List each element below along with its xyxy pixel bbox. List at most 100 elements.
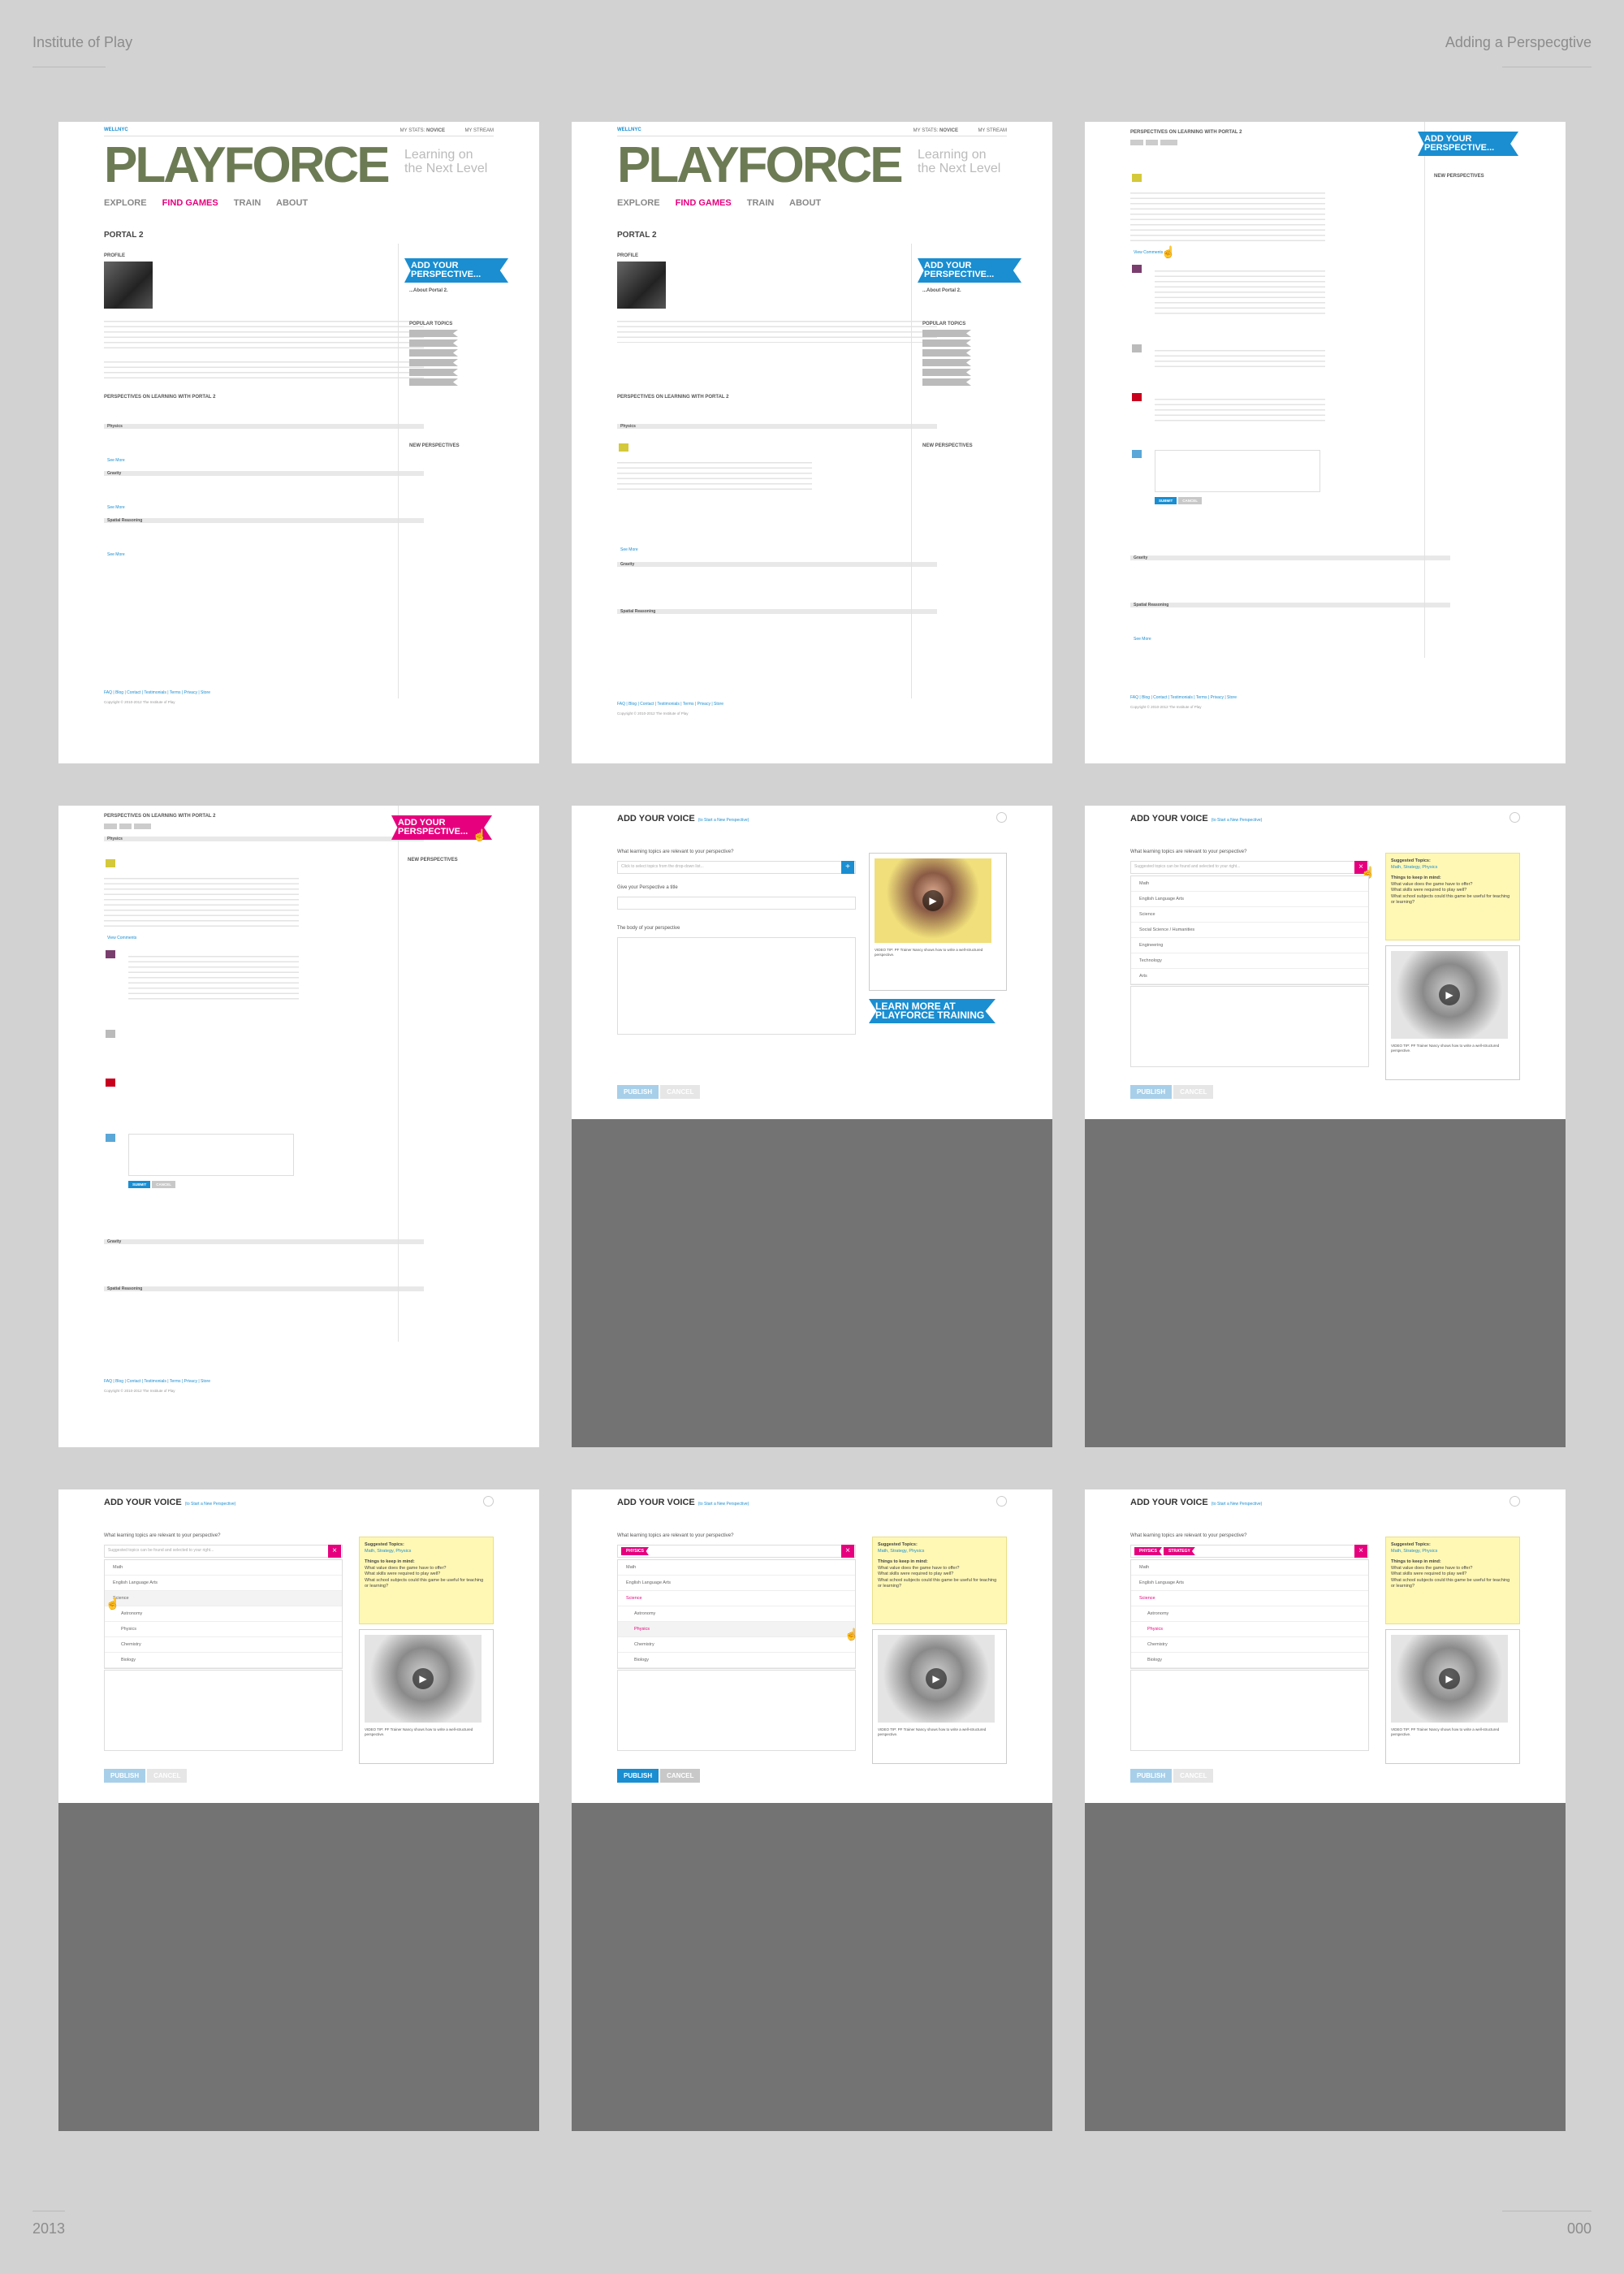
dropdown-subitem[interactable]: Chemistry <box>618 1637 855 1653</box>
dropdown-subitem[interactable]: Biology <box>618 1653 855 1668</box>
cancel-button[interactable]: CANCEL <box>152 1181 175 1188</box>
dropdown-item[interactable]: English Language Arts <box>618 1576 855 1591</box>
body-textarea[interactable] <box>1130 986 1369 1067</box>
close-icon[interactable] <box>483 1496 494 1507</box>
video-tip[interactable]: ▶ VIDEO TIP: PF Trainer Nancy shows how … <box>869 853 1007 991</box>
topic-tag[interactable] <box>409 339 458 347</box>
topic-chip[interactable]: PHYSICS <box>1134 1547 1162 1555</box>
suggested-topics[interactable]: Math, Strategy, Physics <box>365 1549 411 1554</box>
publish-button[interactable]: PUBLISH <box>104 1769 146 1783</box>
plus-icon[interactable]: + <box>841 861 854 874</box>
topic-tag[interactable] <box>922 369 971 376</box>
x-icon[interactable]: × <box>841 1545 854 1558</box>
suggested-topics[interactable]: Math, Strategy, Physics <box>878 1549 924 1554</box>
topic-chip[interactable]: PHYSICS <box>621 1547 649 1555</box>
play-icon[interactable]: ▶ <box>1439 1668 1460 1689</box>
body-textarea[interactable] <box>617 1670 856 1751</box>
dropdown-subitem[interactable]: Astronomy <box>618 1606 855 1622</box>
my-stream-menu[interactable]: MY STREAM <box>464 128 494 133</box>
suggested-topics[interactable]: Math, Strategy, Physics <box>1391 865 1437 870</box>
see-more-link[interactable]: See More <box>1134 637 1151 642</box>
play-icon[interactable]: ▶ <box>412 1668 434 1689</box>
publish-button[interactable]: PUBLISH <box>1130 1085 1173 1099</box>
add-perspective-button[interactable]: ADD YOUR PERSPECTIVE... <box>918 258 1021 283</box>
topic-chip[interactable]: STRATEGY <box>1163 1547 1195 1555</box>
footer-links[interactable]: FAQ | Blog | Contact | Testimonials | Te… <box>1130 695 1520 700</box>
nav-explore[interactable]: EXPLORE <box>617 198 660 208</box>
dropdown-item-science[interactable]: Science <box>1131 1591 1368 1606</box>
view-comments-link[interactable]: View Comments <box>1134 250 1163 255</box>
dropdown-item[interactable]: English Language Arts <box>1131 892 1368 907</box>
dropdown-item[interactable]: Science <box>1131 907 1368 923</box>
video-tip[interactable]: ▶ VIDEO TIP: PF Trainer Nancy shows how … <box>872 1629 1007 1764</box>
topic-tag[interactable] <box>409 359 458 366</box>
play-icon[interactable]: ▶ <box>922 890 944 911</box>
filter-chip[interactable] <box>119 824 132 829</box>
topics-select[interactable]: Click to select topics from the drop-dow… <box>617 861 856 874</box>
site-logo[interactable]: PLAYFORCE Learning on the Next Level <box>617 141 1000 191</box>
comment-input[interactable] <box>128 1134 294 1176</box>
dropdown-item-science[interactable]: Science <box>105 1591 342 1606</box>
cancel-button[interactable]: CANCEL <box>660 1085 701 1099</box>
topic-tag[interactable] <box>409 369 458 376</box>
dropdown-subitem[interactable]: Astronomy <box>1131 1606 1368 1622</box>
dropdown-item[interactable]: Math <box>618 1560 855 1576</box>
topics-select[interactable]: PHYSICS <box>617 1545 856 1558</box>
dropdown-item[interactable]: Math <box>105 1560 342 1576</box>
nav-explore[interactable]: EXPLORE <box>104 198 147 208</box>
topic-tag[interactable] <box>409 378 458 386</box>
cancel-button[interactable]: CANCEL <box>1173 1085 1214 1099</box>
dropdown-item[interactable]: Math <box>1131 1560 1368 1576</box>
nav-about[interactable]: ABOUT <box>789 198 821 208</box>
submit-button[interactable]: SUBMIT <box>128 1181 151 1188</box>
topic-tag[interactable] <box>409 349 458 357</box>
dropdown-item[interactable]: Social Science / Humanities <box>1131 923 1368 938</box>
publish-button[interactable]: PUBLISH <box>1130 1769 1173 1783</box>
topic-tag[interactable] <box>922 378 971 386</box>
topics-select[interactable]: Suggested topics can be found and select… <box>104 1545 343 1558</box>
topic-tag[interactable] <box>409 330 458 337</box>
play-icon[interactable]: ▶ <box>1439 984 1460 1005</box>
learn-more-button[interactable]: LEARN MORE AT PLAYFORCE TRAINING <box>869 999 996 1023</box>
close-icon[interactable] <box>1510 1496 1520 1507</box>
see-more-link[interactable]: See More <box>107 458 125 463</box>
video-tip[interactable]: ▶ VIDEO TIP: PF Trainer Nancy shows how … <box>1385 945 1520 1080</box>
see-more-link[interactable]: See More <box>620 547 638 552</box>
topics-select[interactable]: Suggested topics can be found and select… <box>1130 861 1369 874</box>
comment-input[interactable] <box>1155 450 1320 492</box>
footer-links[interactable]: FAQ | Blog | Contact | Testimonials | Te… <box>104 690 494 695</box>
video-thumbnail[interactable]: ▶ <box>878 1635 995 1723</box>
footer-links[interactable]: FAQ | Blog | Contact | Testimonials | Te… <box>617 702 1007 707</box>
submit-button[interactable]: SUBMIT <box>1155 497 1177 504</box>
suggested-topics[interactable]: Math, Strategy, Physics <box>1391 1549 1437 1554</box>
topic-tag[interactable] <box>922 339 971 347</box>
dropdown-subitem[interactable]: Astronomy <box>105 1606 342 1622</box>
dropdown-item[interactable]: Engineering <box>1131 938 1368 953</box>
nav-train[interactable]: TRAIN <box>234 198 261 208</box>
dropdown-subitem[interactable]: Physics <box>1131 1622 1368 1637</box>
dropdown-subitem[interactable]: Physics <box>618 1622 855 1637</box>
title-input[interactable] <box>617 897 856 910</box>
dropdown-item[interactable]: Technology <box>1131 953 1368 969</box>
footer-links[interactable]: FAQ | Blog | Contact | Testimonials | Te… <box>104 1379 494 1384</box>
nav-about[interactable]: ABOUT <box>276 198 308 208</box>
close-icon[interactable] <box>1510 812 1520 823</box>
play-icon[interactable]: ▶ <box>926 1668 947 1689</box>
cancel-button[interactable]: CANCEL <box>147 1769 188 1783</box>
video-thumbnail[interactable]: ▶ <box>875 858 991 943</box>
x-icon[interactable]: × <box>1354 1545 1367 1558</box>
dropdown-item-science[interactable]: Science <box>618 1591 855 1606</box>
my-stream-menu[interactable]: MY STREAM <box>978 128 1007 133</box>
video-thumbnail[interactable]: ▶ <box>1391 951 1508 1039</box>
dropdown-subitem[interactable]: Chemistry <box>105 1637 342 1653</box>
filter-chip[interactable] <box>104 824 117 829</box>
brand[interactable]: WELLNYC <box>617 128 641 132</box>
body-textarea[interactable] <box>104 1670 343 1751</box>
dropdown-item[interactable]: Arts <box>1131 969 1368 984</box>
cancel-button[interactable]: CANCEL <box>660 1769 701 1783</box>
nav-train[interactable]: TRAIN <box>747 198 775 208</box>
dropdown-item[interactable]: English Language Arts <box>105 1576 342 1591</box>
topic-tag[interactable] <box>922 359 971 366</box>
filter-chip[interactable] <box>1145 140 1159 145</box>
close-icon[interactable] <box>996 812 1007 823</box>
